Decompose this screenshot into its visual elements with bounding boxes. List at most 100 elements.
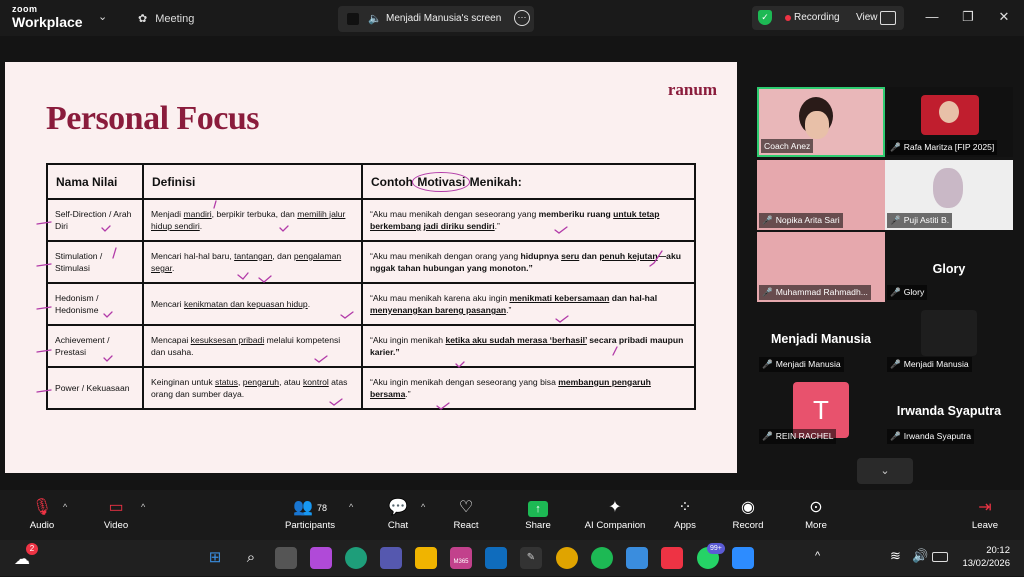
participant-tile-nopika[interactable]: 🎤 Nopika Arita Sari — [757, 160, 885, 230]
share-button[interactable]: ↑ Share — [518, 498, 558, 531]
mic-muted-icon: 🎤 — [762, 287, 773, 297]
table-row: Self-Direction / Arah Diri Menjadi mandi… — [46, 198, 696, 242]
chevron-up-icon[interactable]: ^ — [63, 502, 67, 512]
apps-icon: ⁘ — [678, 499, 692, 516]
weather-icon[interactable]: ☁ 2 — [14, 543, 38, 569]
spotify-icon[interactable] — [591, 547, 613, 569]
value-example: “Aku mau menikah dengan orang yang hidup… — [361, 240, 696, 284]
leave-button[interactable]: ⇥ Leave — [966, 498, 1004, 531]
participant-tile-coach-anez[interactable]: Coach Anez — [757, 87, 885, 157]
participant-name: Coach Anez — [761, 139, 814, 153]
pen-icon[interactable]: ✎ — [520, 547, 542, 569]
mic-muted-icon: 🎤 — [762, 215, 773, 225]
meeting-toolbar: 🎙 Audio ^ ▭ Video ^ 👥 78 Participants ^ 💬 Cha… — [0, 490, 1024, 540]
more-options-icon[interactable]: ··· — [514, 10, 530, 26]
participant-tile-glory[interactable]: Glory 🎤 Glory — [885, 232, 1013, 302]
zoom-logo[interactable]: zoom Workplace — [12, 5, 83, 30]
office-icon[interactable] — [661, 547, 683, 569]
calculator-icon[interactable] — [626, 547, 648, 569]
video-button[interactable]: ▭ Video — [96, 498, 136, 531]
chevron-up-icon[interactable]: ^ — [349, 502, 353, 512]
screen-share-indicator[interactable]: 🔈 Menjadi Manusia's screen ··· — [338, 6, 534, 32]
value-example: “Aku mau menikah dengan seseorang yang m… — [361, 198, 696, 242]
participant-tile-muhammad[interactable]: 🎤 Muhammad Rahmadh... — [757, 232, 885, 302]
header-nama-nilai: Nama Nilai — [46, 163, 144, 200]
value-definition: Keinginan untuk status, pengaruh, atau k… — [142, 366, 363, 410]
battery-icon[interactable] — [932, 552, 948, 562]
m365-icon[interactable]: M365 — [450, 547, 472, 569]
view-button[interactable]: View — [856, 12, 878, 23]
participant-name: 🎤 Rafa Maritza [FIP 2025] — [887, 140, 998, 155]
participant-tile-rafa[interactable]: 🎤 Rafa Maritza [FIP 2025] — [885, 87, 1013, 157]
participants-icon: 👥 78 — [293, 499, 327, 516]
participant-tile-menjadi-manusia[interactable]: Menjadi Manusia 🎤 Menjadi Manusia — [757, 304, 885, 374]
wifi-icon[interactable]: ≋ — [890, 548, 901, 564]
clock-date: 13/02/2026 — [962, 557, 1010, 569]
participant-tile-irwanda[interactable]: Irwanda Syaputra 🎤 Irwanda Syaputra — [885, 376, 1013, 446]
react-button[interactable]: ♡ React — [448, 498, 484, 531]
ranum-logo: ranum — [667, 80, 717, 99]
participants-count: 78 — [316, 503, 327, 513]
start-icon[interactable]: ⊞ — [204, 547, 226, 569]
chevron-up-icon[interactable]: ^ — [421, 502, 425, 512]
participant-big-name: Menjadi Manusia — [770, 332, 872, 346]
notification-badge: 99+ — [707, 543, 725, 554]
value-name: Self-Direction / Arah Diri — [46, 198, 144, 242]
edge-icon[interactable] — [345, 547, 367, 569]
participant-name: 🎤 Puji Astiti B. — [887, 213, 953, 228]
minimize-icon[interactable]: — — [922, 9, 942, 24]
close-icon[interactable]: ✕ — [994, 9, 1014, 25]
search-icon[interactable]: ⌕ — [240, 547, 262, 569]
meeting-icon: ✿ — [138, 13, 148, 25]
shared-slide: ranum Personal Focus Nama Nilai Definisi… — [5, 62, 737, 473]
task-view-icon[interactable] — [275, 547, 297, 569]
mic-muted-icon: 🎤 — [890, 431, 901, 441]
video-dark — [921, 310, 977, 356]
slide-title: Personal Focus — [46, 100, 260, 137]
shield-check-icon[interactable]: ✓ — [758, 10, 772, 25]
speaker-icon[interactable]: 🔈 — [368, 12, 382, 25]
participant-tile-rein-rachel[interactable]: T 🎤 REIN RACHEL — [757, 376, 885, 446]
participant-name: 🎤 Menjadi Manusia — [887, 357, 972, 372]
share-icon: ↑ — [518, 498, 558, 518]
chevron-down-icon[interactable]: ⌄ — [98, 10, 107, 23]
heart-icon: ♡ — [458, 499, 474, 516]
restore-icon[interactable]: ❐ — [958, 9, 978, 25]
recording-label[interactable]: Recording — [794, 12, 840, 23]
value-definition: Mencari kenikmatan dan kepuasan hidup. — [142, 282, 363, 326]
mic-muted-icon: 🎤 — [890, 287, 901, 297]
ai-companion-button[interactable]: ✦ AI Companion — [578, 498, 652, 531]
participant-tile-puji[interactable]: 🎤 Puji Astiti B. — [885, 160, 1013, 230]
mic-muted-icon: 🎤 — [890, 215, 901, 225]
video-off-icon: ▭ — [108, 499, 124, 516]
audio-button[interactable]: 🎙 Audio — [22, 498, 62, 531]
value-example: “Aku mau menikah karena aku ingin menikm… — [361, 282, 696, 326]
outlook-icon[interactable] — [485, 547, 507, 569]
chevron-up-icon[interactable]: ^ — [815, 550, 820, 562]
participant-panel: Coach Anez 🎤 Rafa Maritza [FIP 2025] 🎤 Nop… — [744, 62, 1024, 490]
chrome-icon[interactable] — [556, 547, 578, 569]
zoom-taskbar-icon[interactable] — [732, 547, 754, 569]
file-explorer-icon[interactable] — [415, 547, 437, 569]
system-clock[interactable]: 20:12 13/02/2026 — [962, 545, 1010, 571]
copilot-icon[interactable] — [310, 547, 332, 569]
participant-tile-menjadi-manusia-2[interactable]: 🎤 Menjadi Manusia — [885, 304, 1013, 374]
title-bar: zoom Workplace ⌄ ✿ Meeting 🔈 Menjadi Manu… — [0, 0, 1024, 36]
view-grid-icon[interactable] — [880, 11, 896, 25]
meeting-menu[interactable]: ✿ Meeting — [138, 12, 194, 25]
chevron-down-icon[interactable]: ⌄ — [857, 458, 913, 484]
participants-button[interactable]: 👥 78 Participants — [282, 498, 338, 531]
whatsapp-icon[interactable]: 99+ — [697, 543, 725, 569]
table-row: Stimulation / Stimulasi Mencari hal-hal … — [46, 240, 696, 284]
participant-big-name: Glory — [932, 262, 966, 276]
value-name: Achievement / Prestasi — [46, 324, 144, 368]
more-button[interactable]: ⊙ More — [798, 498, 834, 531]
record-button[interactable]: ◉ Record — [728, 498, 768, 531]
apps-button[interactable]: ⁘ Apps — [668, 498, 702, 531]
teams-icon[interactable] — [380, 547, 402, 569]
annotation-circle: Motivasi — [412, 171, 471, 192]
value-example: “Aku ingin menikah dengan seseorang yang… — [361, 366, 696, 410]
speaker-icon[interactable]: 🔊 — [912, 548, 928, 564]
chat-button[interactable]: 💬 Chat — [380, 498, 416, 531]
chevron-up-icon[interactable]: ^ — [141, 502, 145, 512]
